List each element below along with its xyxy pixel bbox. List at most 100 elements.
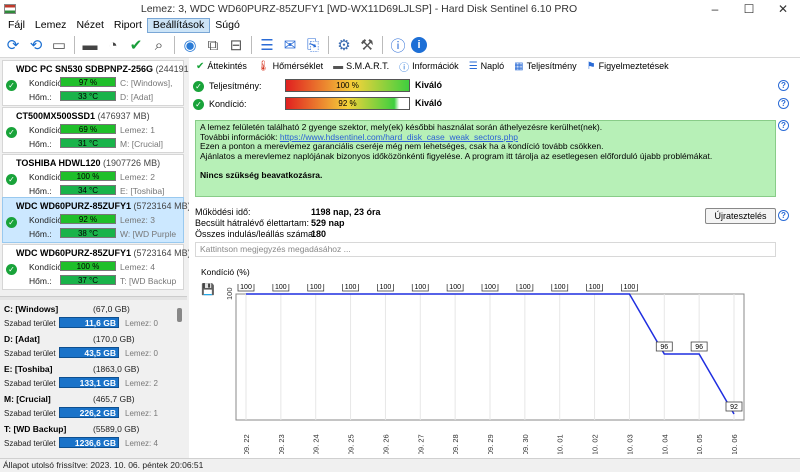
menu-file[interactable]: Fájl (3, 18, 30, 33)
backup-icon[interactable]: ⧉ (203, 35, 223, 55)
free-space-label: Szabad terület (4, 349, 56, 358)
y-tick-label: 100 (225, 287, 234, 300)
advanced-icon[interactable]: ⚒ (357, 35, 377, 55)
temp-bar: 38 °C (60, 228, 116, 238)
remaining-label: Becsült hátralévő élettartam: (195, 218, 310, 228)
maximize-icon[interactable]: ☐ (732, 2, 766, 16)
health-bar: 92 % (60, 214, 116, 224)
surface-test-icon[interactable]: ▬ (80, 35, 100, 55)
window-title: Lemez: 3, WDC WD60PURZ-85ZUFY1 [WD-WX11D… (140, 2, 578, 15)
disk-item[interactable]: WDC WD60PURZ-85ZUFY1 (5723164 MB) ✓ Kond… (2, 244, 191, 290)
performance-icon: ▦ (514, 60, 524, 72)
volume-item[interactable]: T: [WD Backup] (5589,0 GB) Szabad terüle… (2, 423, 174, 453)
network-icon[interactable]: ⊟ (226, 35, 246, 55)
globe-icon[interactable]: ◉ (180, 35, 200, 55)
free-space-bar: 133,1 GB (59, 377, 119, 388)
temp-bar: 37 °C (60, 275, 116, 285)
tab-smart[interactable]: ▬ S.M.A.R.T. (329, 59, 393, 73)
health-bar: 92 % (285, 97, 410, 110)
note-input[interactable]: Kattintson megjegyzés megadásához ... (195, 242, 776, 257)
health-bar: 97 % (60, 77, 116, 87)
refresh-icon[interactable]: ⟳ (3, 35, 23, 55)
volume-size: (67,0 GB) (93, 304, 130, 314)
status-ok-icon: ✓ (6, 174, 17, 185)
data-label: 100 (310, 284, 322, 291)
tab-alerts[interactable]: ⚑ Figyelmeztetések (583, 59, 673, 73)
uptime-value: 1198 nap, 23 óra (311, 207, 381, 217)
volume-name: C: [Windows] (4, 304, 59, 314)
disk-drive-info: Lemez: 2 (120, 172, 155, 182)
tab-performance[interactable]: ▦ Teljesítmény (510, 59, 580, 73)
volume-size: (1863,0 GB) (93, 364, 140, 374)
menu-disk[interactable]: Lemez (30, 18, 72, 33)
send-report-icon[interactable]: ⎘ (303, 35, 323, 55)
help-icon[interactable]: ? (778, 210, 789, 221)
x-tick-label: 2023. 09. 27 (416, 434, 425, 454)
uptime-label: Működési idő: (195, 207, 251, 217)
info-link[interactable]: https://www.hdsentinel.com/hard_disk_cas… (280, 132, 518, 142)
disk-icon[interactable]: ▭ (49, 35, 69, 55)
volume-item[interactable]: M: [Crucial] (465,7 GB) Szabad terület 2… (2, 393, 174, 423)
menu-view[interactable]: Nézet (71, 18, 108, 33)
retest-button[interactable]: Újratesztelés (705, 208, 776, 224)
chart-title: Kondíció (%) (201, 267, 250, 277)
close-icon[interactable]: ✕ (766, 2, 800, 16)
report-icon[interactable]: ☰ (257, 35, 277, 55)
x-tick-label: 2023. 10. 05 (695, 434, 704, 454)
data-label: 100 (275, 284, 287, 291)
disk-size: (1907726 MB) (103, 158, 161, 168)
menu-help[interactable]: Súgó (210, 18, 245, 33)
pane-divider[interactable] (0, 296, 187, 300)
tab-temperature[interactable]: 🌡 Hőmérséklet (253, 59, 327, 73)
scrollbar-thumb[interactable] (177, 308, 182, 322)
volume-item[interactable]: D: [Adat] (170,0 GB) Szabad terület 43,5… (2, 333, 174, 363)
refresh-all-icon[interactable]: ⟲ (26, 35, 46, 55)
details-pane: ✔ Áttekintés 🌡 Hőmérséklet ▬ S.M.A.R.T. ⓘ In… (189, 58, 800, 458)
tab-label: Teljesítmény (526, 61, 577, 71)
disk-drive-info: W: [WD Purple (120, 229, 177, 239)
settings-icon[interactable]: ⚙ (334, 35, 354, 55)
about-icon[interactable]: i (411, 37, 427, 53)
disk-drive-info: C: [Windows], (120, 78, 173, 88)
help-icon[interactable]: ? (778, 80, 789, 91)
help-icon[interactable]: ⓘ (388, 35, 408, 55)
tab-log[interactable]: ☰ Napló (465, 59, 508, 73)
x-tick-label: 2023. 10. 02 (591, 434, 600, 454)
status-ok-icon: ✓ (6, 80, 17, 91)
volume-disk: Lemez: 4 (125, 439, 158, 448)
volume-name: D: [Adat] (4, 334, 40, 344)
x-tick-label: 2023. 09. 28 (451, 434, 460, 454)
volume-disk: Lemez: 0 (125, 319, 158, 328)
disk-item-selected[interactable]: WDC WD60PURZ-85ZUFY1 (5723164 MB) ✓ Kond… (2, 197, 191, 243)
volume-name: E: [Toshiba] (4, 364, 53, 374)
volume-name: T: [WD Backup] (4, 424, 67, 434)
volume-scrollbar[interactable] (176, 306, 183, 456)
disk-drive-info: D: [Adat] (120, 92, 154, 102)
menu-settings[interactable]: Beállítások (146, 17, 211, 33)
volume-item[interactable]: E: [Toshiba] (1863,0 GB) Szabad terület … (2, 363, 174, 393)
volume-size: (170,0 GB) (93, 334, 135, 344)
disk-item[interactable]: WDC PC SN530 SDBPNPZ-256G (244191 MB) ✓ … (2, 60, 208, 106)
help-icon[interactable]: ? (778, 120, 789, 131)
disk-test-icon[interactable]: ◔ (103, 35, 123, 55)
disk-item[interactable]: CT500MX500SSD1 (476937 MB) ✓ Kondíció: 6… (2, 107, 184, 153)
performance-label: Teljesítmény: (209, 81, 262, 91)
data-label: 100 (589, 284, 601, 291)
status-ok-icon: ✓ (6, 264, 17, 275)
data-label: 96 (695, 344, 703, 351)
log-icon: ☰ (468, 60, 478, 72)
menu-report[interactable]: Riport (109, 18, 147, 33)
tab-information[interactable]: ⓘ Információk (395, 59, 463, 74)
tab-overview[interactable]: ✔ Áttekintés (192, 59, 251, 73)
disk-drive-info: E: [Toshiba] (120, 186, 165, 196)
disk-item[interactable]: TOSHIBA HDWL120 (1907726 MB) ✓ Kondíció:… (2, 154, 184, 200)
remaining-value: 529 nap (311, 218, 345, 228)
disk-ok-icon[interactable]: ✔ (126, 35, 146, 55)
x-tick-label: 2023. 09. 24 (312, 434, 321, 454)
disk-search-icon[interactable]: ⌕ (149, 35, 169, 55)
tab-label: Hőmérséklet (272, 61, 324, 71)
minimize-icon[interactable]: – (698, 2, 732, 16)
help-icon[interactable]: ? (778, 98, 789, 109)
volume-item[interactable]: C: [Windows] (67,0 GB) Szabad terület 11… (2, 303, 174, 333)
email-icon[interactable]: ✉ (280, 35, 300, 55)
